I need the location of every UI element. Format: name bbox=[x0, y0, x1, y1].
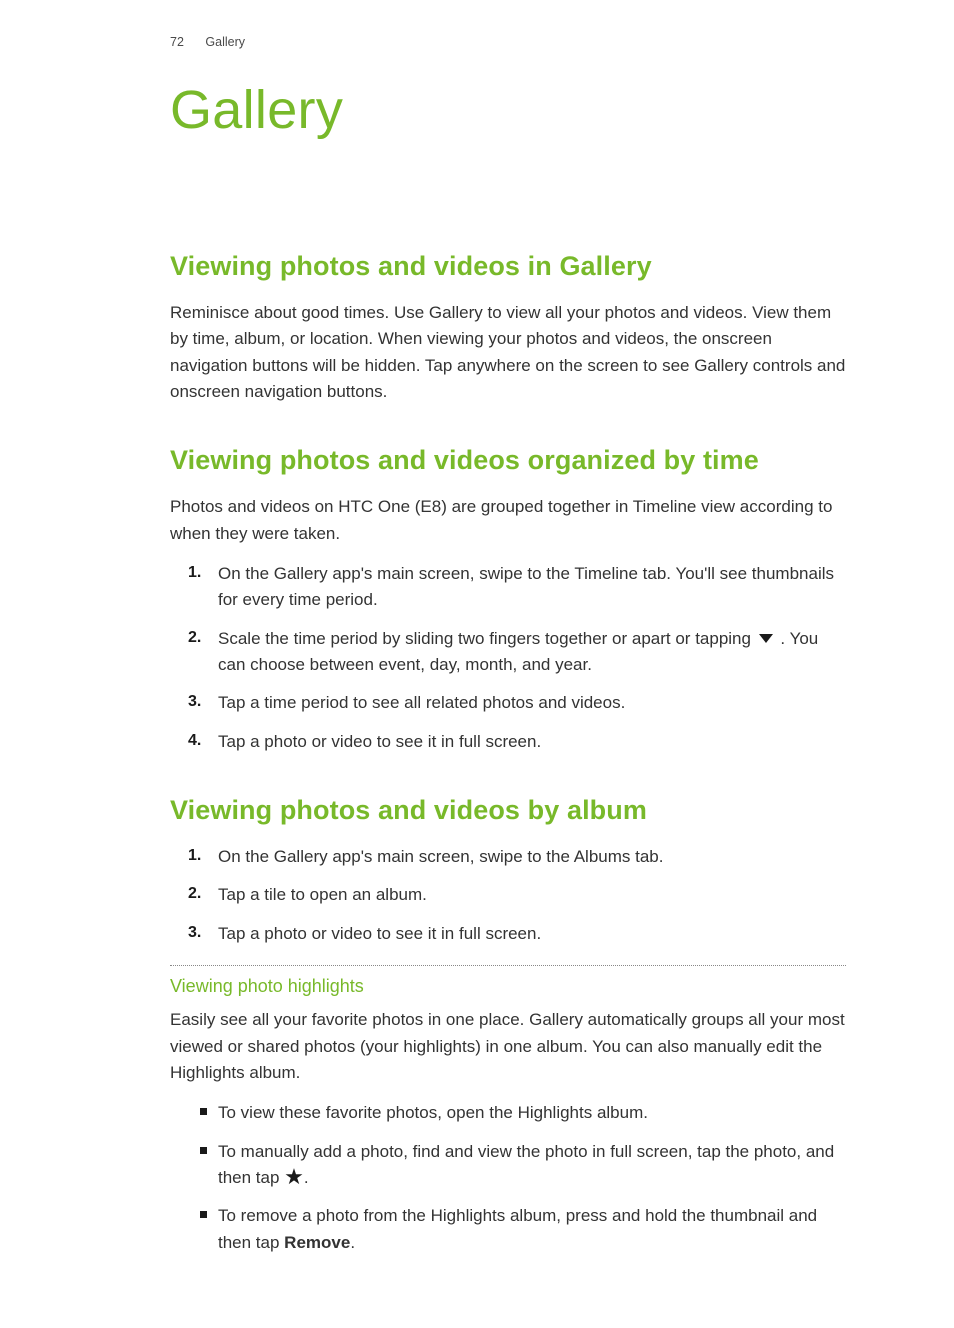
bullet-text: . bbox=[350, 1233, 355, 1252]
step-text: Tap a photo or video to see it in full s… bbox=[218, 732, 541, 751]
bullet-text: To manually add a photo, find and view t… bbox=[218, 1142, 834, 1187]
page-number: 72 bbox=[170, 35, 184, 49]
step-text: Tap a time period to see all related pho… bbox=[218, 693, 625, 712]
body-paragraph: Easily see all your favorite photos in o… bbox=[170, 1007, 846, 1086]
bullet-item: To manually add a photo, find and view t… bbox=[170, 1139, 846, 1192]
step-text: Tap a tile to open an album. bbox=[218, 885, 427, 904]
subsection-heading-highlights: Viewing photo highlights bbox=[170, 976, 846, 997]
step-text: On the Gallery app's main screen, swipe … bbox=[218, 564, 834, 609]
step-item: Tap a photo or video to see it in full s… bbox=[170, 921, 846, 947]
steps-list: On the Gallery app's main screen, swipe … bbox=[170, 844, 846, 947]
step-text: Tap a photo or video to see it in full s… bbox=[218, 924, 541, 943]
step-item: On the Gallery app's main screen, swipe … bbox=[170, 561, 846, 614]
bullet-item: To remove a photo from the Highlights al… bbox=[170, 1203, 846, 1256]
star-icon: ★ bbox=[284, 1166, 304, 1188]
dropdown-icon bbox=[759, 634, 773, 643]
step-item: Tap a time period to see all related pho… bbox=[170, 690, 846, 716]
body-paragraph: Reminisce about good times. Use Gallery … bbox=[170, 300, 846, 405]
bullet-item: To view these favorite photos, open the … bbox=[170, 1100, 846, 1126]
steps-list: On the Gallery app's main screen, swipe … bbox=[170, 561, 846, 755]
body-paragraph: Photos and videos on HTC One (E8) are gr… bbox=[170, 494, 846, 547]
document-page: 72 Gallery Gallery Viewing photos and vi… bbox=[0, 0, 954, 1328]
step-text: Scale the time period by sliding two fin… bbox=[218, 629, 756, 648]
ui-label-remove: Remove bbox=[284, 1233, 350, 1252]
step-text: On the Gallery app's main screen, swipe … bbox=[218, 847, 663, 866]
bullet-text: To view these favorite photos, open the … bbox=[218, 1103, 648, 1122]
section-heading-by-time: Viewing photos and videos organized by t… bbox=[170, 445, 846, 476]
step-item: Scale the time period by sliding two fin… bbox=[170, 626, 846, 679]
chapter-title: Gallery bbox=[170, 79, 846, 141]
running-header: 72 Gallery bbox=[170, 35, 846, 49]
step-item: On the Gallery app's main screen, swipe … bbox=[170, 844, 846, 870]
bullet-text: . bbox=[304, 1168, 309, 1187]
chapter-reference: Gallery bbox=[205, 35, 245, 49]
step-item: Tap a photo or video to see it in full s… bbox=[170, 729, 846, 755]
dotted-divider bbox=[170, 965, 846, 966]
bullet-list: To view these favorite photos, open the … bbox=[170, 1100, 846, 1256]
section-heading-viewing-in-gallery: Viewing photos and videos in Gallery bbox=[170, 251, 846, 282]
section-heading-by-album: Viewing photos and videos by album bbox=[170, 795, 846, 826]
step-item: Tap a tile to open an album. bbox=[170, 882, 846, 908]
